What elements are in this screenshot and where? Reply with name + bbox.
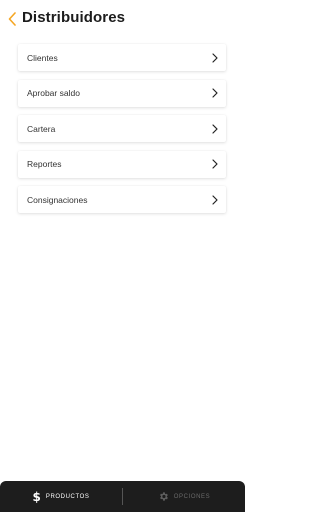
- page-title: Distribuidores: [22, 9, 126, 26]
- menu-item-reportes[interactable]: Reportes: [18, 150, 226, 178]
- chevron-right-icon: [211, 194, 219, 205]
- chevron-right-icon: [211, 52, 219, 63]
- menu-item-label: Consignaciones: [27, 194, 88, 205]
- menu-item-aprobar-saldo[interactable]: Aprobar saldo: [18, 79, 226, 107]
- menu-item-clientes[interactable]: Clientes: [18, 44, 226, 71]
- chevron-right-icon: [211, 123, 219, 134]
- chevron-right-icon: [211, 159, 219, 169]
- back-button[interactable]: [6, 11, 18, 27]
- chevron-right-icon: [211, 88, 219, 98]
- app-screen: Distribuidores Clientes Aprobar saldo Ca…: [0, 0, 245, 512]
- menu-item-label: Clientes: [27, 52, 58, 63]
- chevron-left-icon: [8, 12, 16, 26]
- gear-icon: [158, 491, 169, 502]
- tab-productos[interactable]: $ PRODUCTOS: [0, 481, 122, 512]
- tab-opciones-label: OPCIONES: [173, 493, 211, 500]
- menu-list: Clientes Aprobar saldo Cartera Reportes …: [18, 44, 226, 222]
- menu-item-cartera[interactable]: Cartera: [18, 115, 226, 142]
- tab-opciones[interactable]: OPCIONES: [123, 481, 245, 512]
- bottom-nav: $ PRODUCTOS OPCIONES: [0, 481, 245, 512]
- dollar-icon: $: [32, 489, 41, 504]
- header: Distribuidores: [0, 6, 245, 32]
- menu-item-label: Cartera: [27, 123, 56, 134]
- menu-item-label: Aprobar saldo: [27, 88, 80, 98]
- menu-item-label: Reportes: [27, 159, 62, 169]
- tab-productos-label: PRODUCTOS: [45, 493, 90, 500]
- menu-item-consignaciones[interactable]: Consignaciones: [18, 186, 226, 213]
